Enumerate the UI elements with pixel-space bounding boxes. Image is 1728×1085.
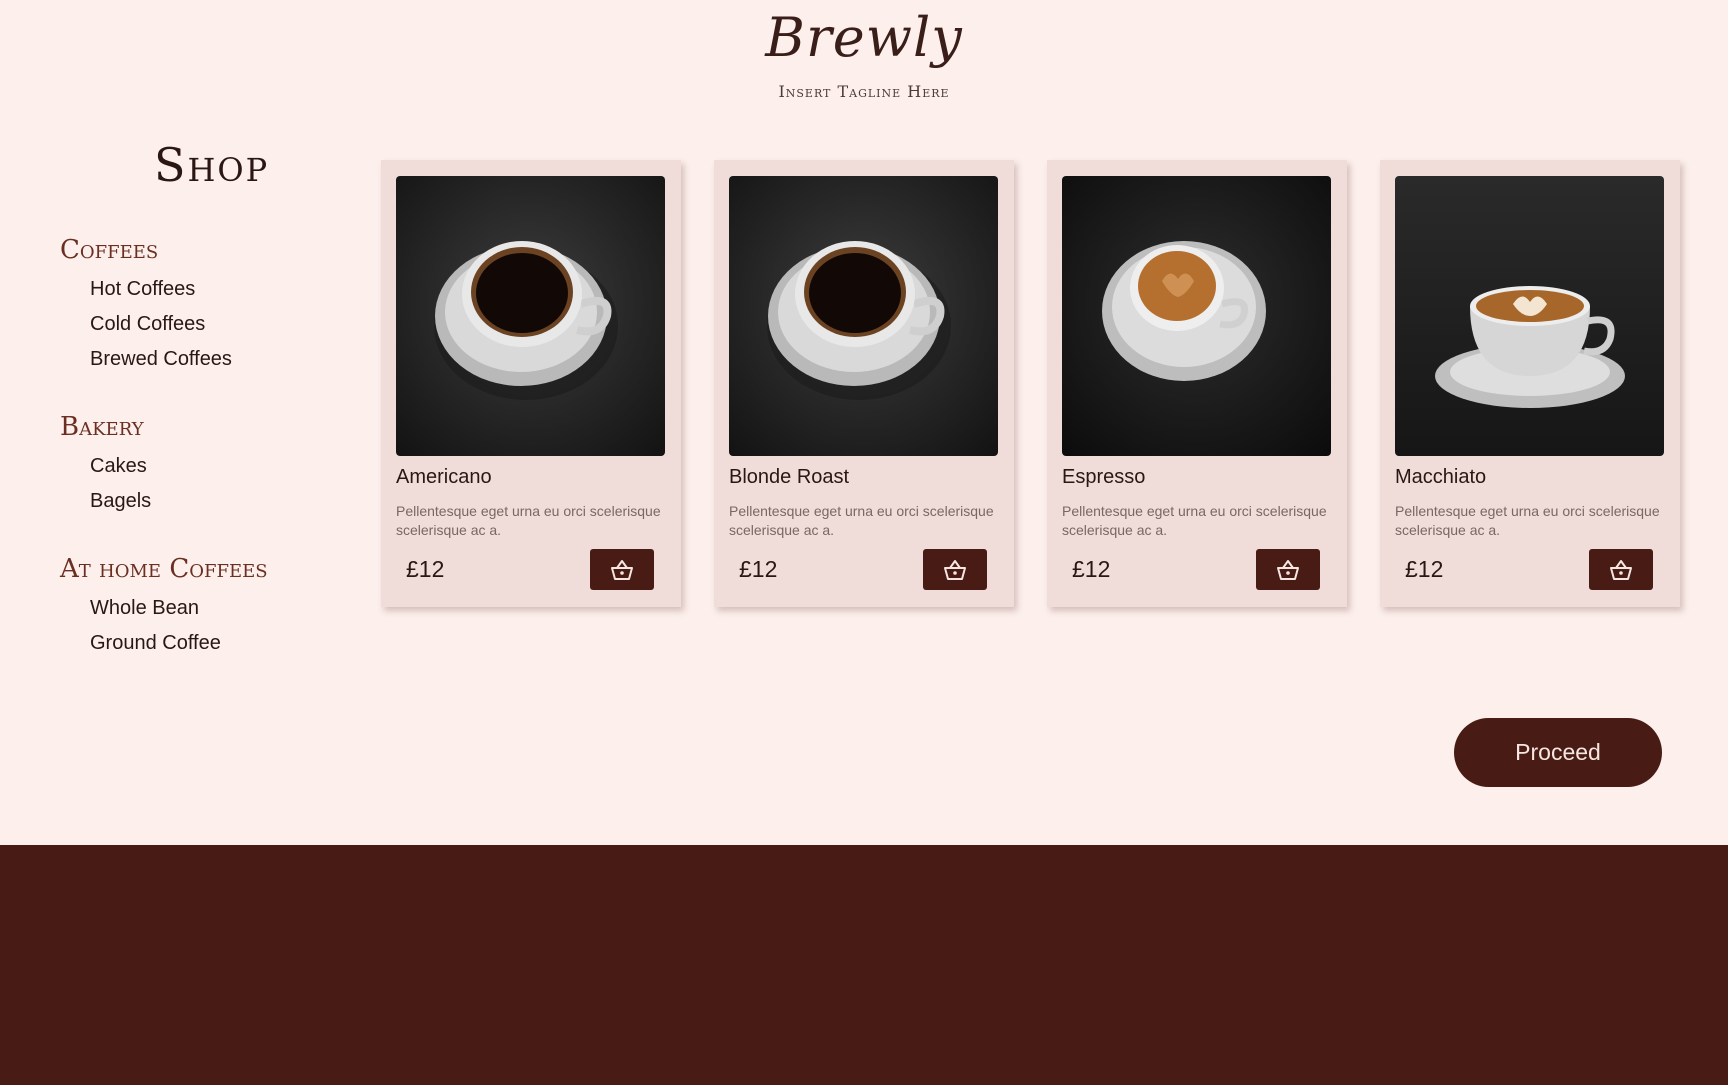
product-image[interactable] xyxy=(729,176,998,456)
sidebar-item-whole-bean[interactable]: Whole Bean xyxy=(90,597,199,620)
product-card-blonde-roast: Blonde Roast Pellentesque eget urna eu o… xyxy=(714,160,1014,607)
product-name: Americano xyxy=(396,466,492,488)
shop-title: Shop xyxy=(154,138,270,192)
basket-icon xyxy=(1277,559,1299,580)
site-header: Brewly Insert Tagline Here xyxy=(0,0,1728,110)
latte-art-cup-photo xyxy=(1395,176,1664,456)
product-description: Pellentesque eget urna eu orci scelerisq… xyxy=(729,503,994,538)
product-card-espresso: Espresso Pellentesque eget urna eu orci … xyxy=(1047,160,1347,607)
category-coffees[interactable]: Coffees xyxy=(60,235,158,265)
product-name: Espresso xyxy=(1062,466,1146,488)
basket-icon xyxy=(944,559,966,580)
black-coffee-cup-photo xyxy=(729,176,998,456)
espresso-cup-photo xyxy=(1062,176,1331,456)
black-coffee-cup-photo xyxy=(396,176,665,456)
product-price: £12 xyxy=(406,556,445,582)
add-to-cart-button[interactable] xyxy=(923,549,987,590)
product-image[interactable] xyxy=(1062,176,1331,456)
product-price: £12 xyxy=(739,556,778,582)
product-card-americano: Americano Pellentesque eget urna eu orci… xyxy=(381,160,681,607)
product-card-macchiato: Macchiato Pellentesque eget urna eu orci… xyxy=(1380,160,1680,607)
tagline: Insert Tagline Here xyxy=(778,82,950,101)
product-name: Blonde Roast xyxy=(729,466,850,488)
sidebar-item-bagels[interactable]: Bagels xyxy=(90,490,151,513)
proceed-button[interactable]: Proceed xyxy=(1454,718,1662,787)
add-to-cart-button[interactable] xyxy=(590,549,654,590)
category-at-home-coffees[interactable]: At home Coffees xyxy=(60,554,268,584)
sidebar-item-brewed-coffees[interactable]: Brewed Coffees xyxy=(90,348,232,371)
basket-icon xyxy=(1610,559,1632,580)
add-to-cart-button[interactable] xyxy=(1256,549,1320,590)
sidebar-item-hot-coffees[interactable]: Hot Coffees xyxy=(90,278,195,301)
product-price: £12 xyxy=(1072,556,1111,582)
basket-icon xyxy=(611,559,633,580)
site-footer xyxy=(0,845,1728,1085)
brand-logo[interactable]: Brewly xyxy=(0,6,1728,69)
product-image[interactable] xyxy=(1395,176,1664,456)
product-price: £12 xyxy=(1405,556,1444,582)
product-image[interactable] xyxy=(396,176,665,456)
sidebar-item-cakes[interactable]: Cakes xyxy=(90,455,147,478)
product-description: Pellentesque eget urna eu orci scelerisq… xyxy=(1062,503,1327,538)
sidebar-item-cold-coffees[interactable]: Cold Coffees xyxy=(90,313,205,336)
product-name: Macchiato xyxy=(1395,466,1487,488)
product-description: Pellentesque eget urna eu orci scelerisq… xyxy=(396,503,661,538)
category-bakery[interactable]: Bakery xyxy=(60,412,144,442)
product-description: Pellentesque eget urna eu orci scelerisq… xyxy=(1395,503,1660,538)
add-to-cart-button[interactable] xyxy=(1589,549,1653,590)
sidebar-item-ground-coffee[interactable]: Ground Coffee xyxy=(90,632,221,655)
